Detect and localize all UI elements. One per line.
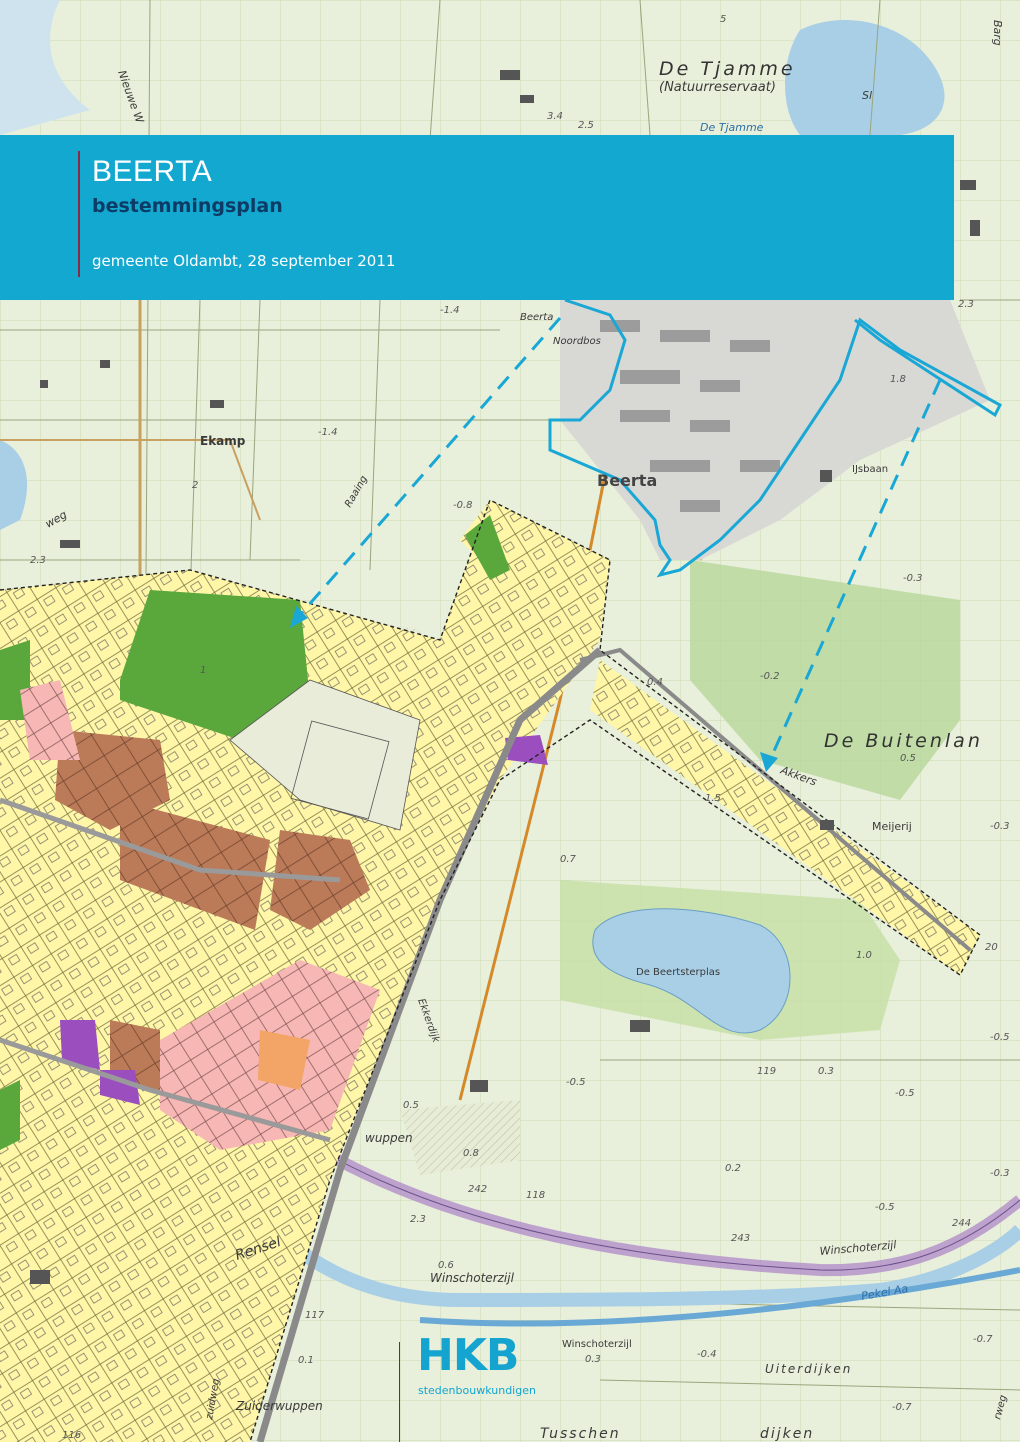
height-label: -0.4 (697, 1349, 717, 1360)
height-label: -0.3 (903, 573, 923, 584)
height-label: 5 (720, 14, 726, 25)
height-label: -0.5 (895, 1088, 915, 1099)
label-de-tjamme: De Tjamme (659, 58, 796, 80)
height-label: 2.3 (410, 1214, 426, 1225)
document-subtitle: bestemmingsplan (92, 195, 283, 217)
height-label: 2.3 (30, 555, 46, 566)
height-label: 242 (468, 1184, 487, 1195)
label-winschoterzijl-place: Winschoterzijl (562, 1339, 632, 1350)
logo-wordmark: HKB (417, 1330, 519, 1381)
label-sl: Sl (862, 89, 872, 102)
height-label: 116 (62, 1430, 81, 1441)
height-label: 243 (731, 1233, 750, 1244)
document-meta: gemeente Oldambt, 28 september 2011 (92, 252, 396, 270)
height-label: 244 (952, 1218, 971, 1229)
height-label: -1.4 (440, 305, 460, 316)
height-label: 118 (526, 1190, 545, 1201)
label-meijerij: Meijerij (872, 820, 912, 833)
height-label: 2.3 (958, 299, 974, 310)
label-barg: Barg (991, 20, 1004, 46)
height-label: -0.3 (990, 821, 1010, 832)
height-label: -0.7 (973, 1334, 993, 1345)
height-label: 20 (985, 942, 998, 953)
height-label: -0.5 (566, 1077, 586, 1088)
label-uiterdijken: Uiterdijken (765, 1362, 852, 1376)
height-label: 1.5 (705, 793, 721, 804)
logo-accent-rule (399, 1342, 400, 1442)
logo-tagline: stedenbouwkundigen (418, 1384, 536, 1397)
height-label: 119 (757, 1066, 776, 1077)
label-ijsbaan: IJsbaan (852, 464, 888, 475)
height-label: 1.8 (890, 374, 906, 385)
height-label: 0.5 (900, 753, 916, 764)
height-label: 3.4 (547, 111, 563, 122)
height-label: 0.2 (725, 1163, 741, 1174)
height-label: -0.3 (990, 1168, 1010, 1179)
height-label: 0.5 (403, 1100, 419, 1111)
label-wuppen: wuppen (365, 1131, 413, 1145)
height-label: -0.5 (875, 1202, 895, 1213)
title-banner: BEERTA bestemmingsplan gemeente Oldambt,… (0, 135, 954, 300)
label-de-tjamme-water: De Tjamme (700, 121, 764, 134)
height-label: 2.5 (578, 120, 594, 131)
label-winschoterzijl-canal: Winschoterzijl (430, 1271, 515, 1285)
height-label: 0.7 (560, 854, 577, 865)
height-label: -0.2 (760, 671, 780, 682)
label-beerta: Beerta (597, 471, 657, 490)
hkb-logo: HKB stedenbouwkundigen (399, 1332, 559, 1442)
label-beerta-small: Beerta (520, 312, 553, 323)
height-label: 0.8 (463, 1148, 479, 1159)
height-label: 0.3 (818, 1066, 834, 1077)
title-accent-rule (78, 151, 80, 277)
height-label: -0.8 (453, 500, 473, 511)
label-natuurreservaat: (Natuurreservaat) (659, 80, 776, 95)
height-label: 117 (305, 1310, 325, 1321)
height-label: -0.5 (990, 1032, 1010, 1043)
height-label: -0.7 (892, 1402, 912, 1413)
label-de-buitenlanden: De Buitenlan (824, 730, 983, 752)
height-label: 0.6 (438, 1260, 454, 1271)
label-dijken: dijken (760, 1426, 814, 1442)
height-label: 1.0 (856, 950, 872, 961)
height-label: -1.4 (318, 427, 338, 438)
label-noordbos: Noordbos (553, 336, 601, 347)
height-label: 0.1 (298, 1355, 314, 1366)
plan-green-south (0, 1080, 20, 1150)
height-label: 1 (200, 665, 206, 676)
height-label: 0.4 (647, 677, 663, 688)
height-label: 0.3 (585, 1354, 601, 1365)
label-de-beertsterplas: De Beertsterplas (636, 967, 720, 978)
document-title: BEERTA (92, 155, 213, 188)
label-ekamp: Ekamp (200, 434, 246, 448)
label-zuiderwuppen: Zuiderwuppen (235, 1399, 323, 1413)
height-label: 2 (192, 480, 198, 491)
